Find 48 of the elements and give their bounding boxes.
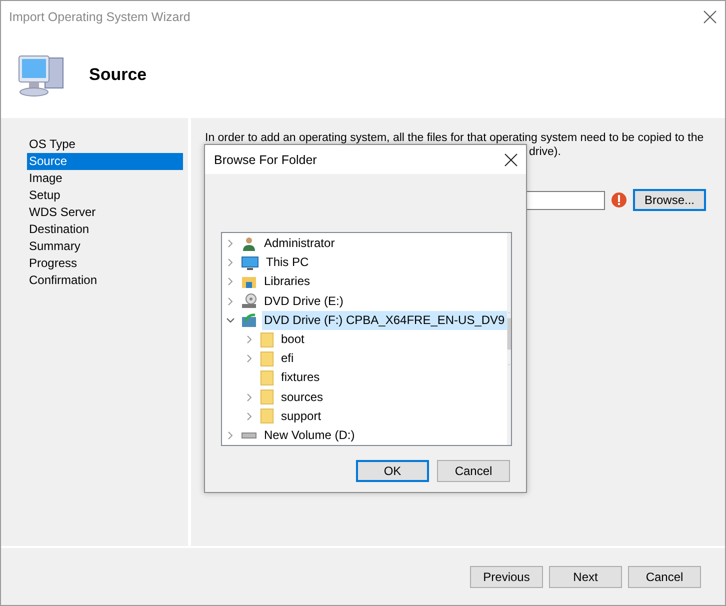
browse-button[interactable]: Browse... (633, 189, 706, 211)
tree-item[interactable]: sources (279, 388, 326, 407)
tree-item[interactable]: efi (279, 349, 296, 368)
step-item[interactable]: WDS Server (27, 204, 183, 221)
wizard-button[interactable]: Cancel (628, 566, 701, 588)
monitor-icon (241, 254, 259, 271)
step-item[interactable]: Image (27, 170, 183, 187)
step-item[interactable]: Confirmation (27, 272, 183, 289)
dialog-button[interactable]: Cancel (437, 460, 510, 482)
folder-icon (260, 350, 274, 368)
chevron-down-icon[interactable] (226, 316, 235, 325)
folder-icon (260, 388, 274, 406)
folder-icon (260, 407, 274, 426)
tree-item[interactable]: fixtures (279, 368, 322, 388)
tree-item[interactable]: boot (279, 330, 306, 350)
wizard-button[interactable]: Next (549, 566, 622, 588)
disc-drive-icon (241, 312, 257, 328)
step-item[interactable]: Destination (27, 221, 183, 238)
step-item[interactable]: Setup (27, 187, 183, 204)
drive-icon (241, 432, 257, 439)
step-item[interactable]: Summary (27, 238, 183, 255)
dialog-button[interactable]: OK (356, 460, 429, 482)
tree-item[interactable]: Administrator (262, 234, 337, 254)
scrollbar[interactable] (506, 233, 511, 445)
chevron-right-icon[interactable] (226, 296, 235, 306)
page-title: Source (89, 65, 147, 85)
dialog-title: Browse For Folder (214, 152, 317, 166)
instruction-text: In order to add an operating system, all the files for that operating system need to be copied to the (205, 131, 705, 145)
close-icon[interactable] (703, 10, 717, 24)
step-item[interactable]: OS Type (27, 136, 183, 153)
disc-drive-icon (241, 293, 257, 310)
tree-item[interactable]: DVD Drive (E:) (262, 292, 346, 311)
tree-item[interactable]: New Volume (D:) (262, 426, 357, 445)
folder-icon (260, 330, 274, 349)
chevron-right-icon[interactable] (226, 430, 235, 440)
window-title: Import Operating System Wizard (9, 10, 190, 24)
source-path-field[interactable] (527, 190, 605, 210)
step-item[interactable]: Progress (27, 255, 183, 272)
tree-item[interactable]: Libraries (262, 272, 312, 292)
step-item[interactable]: Source (27, 153, 183, 170)
tree-item[interactable]: support (279, 406, 324, 426)
wizard-button[interactable]: Previous (470, 566, 543, 588)
user-icon (241, 236, 257, 252)
tree-item[interactable]: DVD Drive (F:) CPBA_X64FRE_EN-US_DV9 (262, 310, 507, 330)
folder-icon (260, 368, 274, 387)
close-icon[interactable] (504, 152, 518, 166)
tree-item[interactable]: This PC (264, 253, 311, 272)
instruction-text: drive). (529, 146, 561, 158)
